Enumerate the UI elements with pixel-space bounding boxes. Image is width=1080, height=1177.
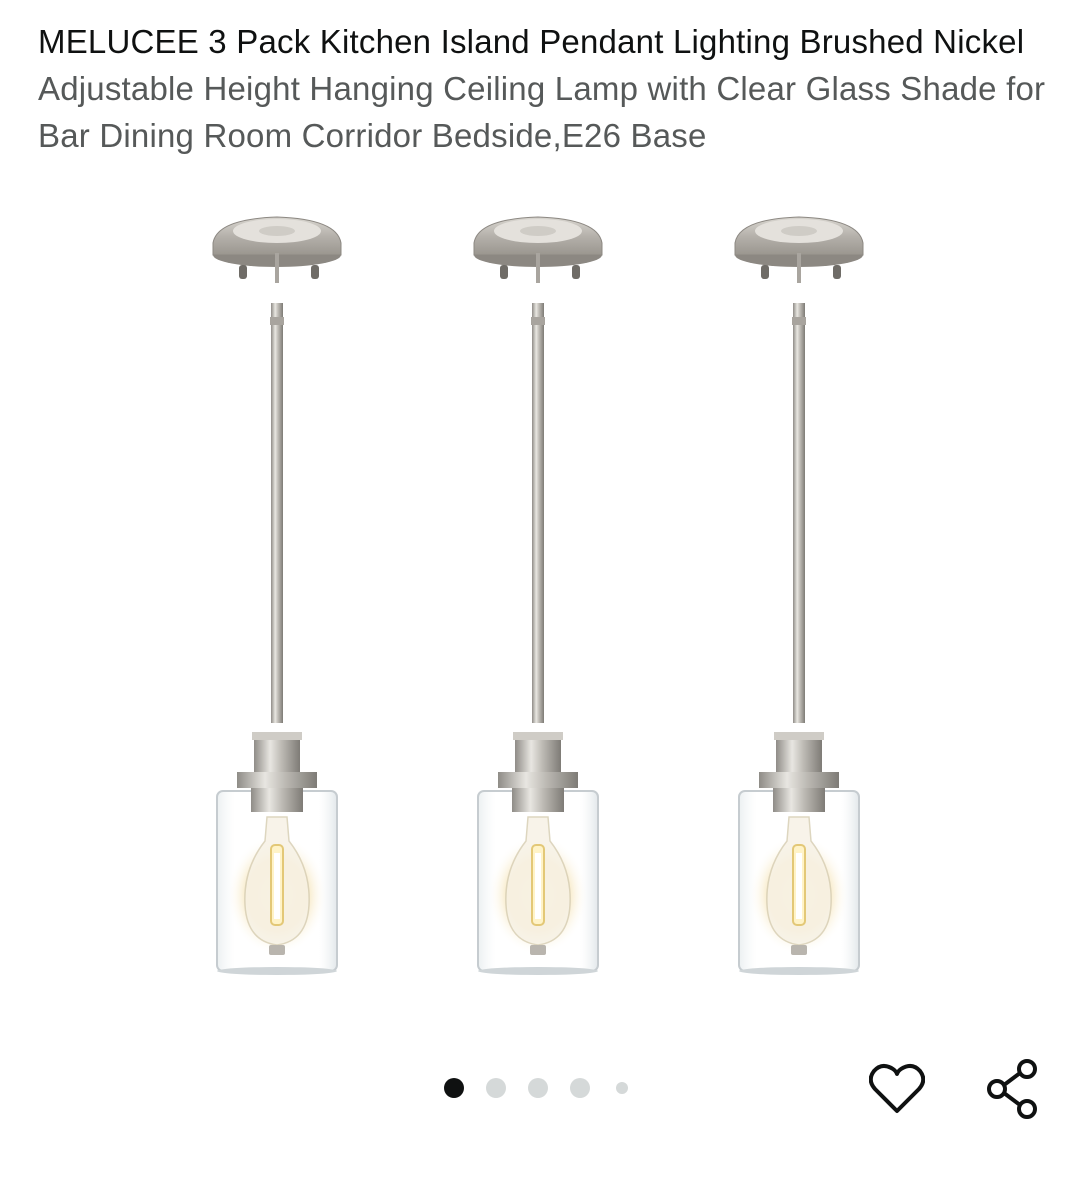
heart-outline-icon <box>869 1064 925 1113</box>
pendant-lamp-1 <box>212 216 342 976</box>
pendant-lamp-2 <box>473 216 603 976</box>
product-image[interactable] <box>0 205 1080 1025</box>
product-subtitle: Adjustable Height Hanging Ceiling Lamp w… <box>38 70 1046 154</box>
carousel-dot-5[interactable] <box>616 1082 628 1094</box>
product-image-gallery[interactable] <box>0 205 1080 1025</box>
image-actions <box>868 1058 1042 1120</box>
product-title-block: MELUCEE 3 Pack Kitchen Island Pendant Li… <box>38 18 1048 159</box>
product-title: MELUCEE 3 Pack Kitchen Island Pendant Li… <box>38 23 1025 60</box>
carousel-dot-1[interactable] <box>444 1078 464 1098</box>
carousel-dot-4[interactable] <box>570 1078 590 1098</box>
carousel-dot-2[interactable] <box>486 1078 506 1098</box>
pendant-lamp-3 <box>734 216 864 976</box>
share-icon <box>987 1059 1037 1119</box>
wishlist-button[interactable] <box>868 1058 926 1120</box>
share-button[interactable] <box>984 1058 1042 1120</box>
carousel-dot-3[interactable] <box>528 1078 548 1098</box>
image-carousel-dots[interactable] <box>444 1078 650 1098</box>
